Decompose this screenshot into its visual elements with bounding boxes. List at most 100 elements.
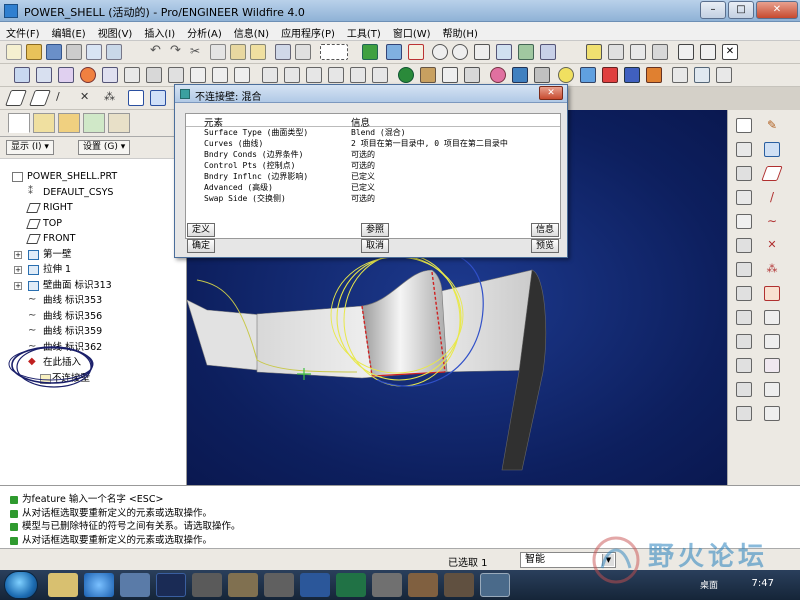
explorer-icon[interactable] [48, 573, 78, 597]
datum-point-tool-icon[interactable]: ✕ [764, 238, 780, 253]
saved-views-icon[interactable] [518, 44, 534, 60]
dimension-icon[interactable] [124, 67, 140, 83]
sketch-tool-icon[interactable] [372, 67, 388, 83]
notch-icon[interactable] [736, 286, 752, 301]
spin-display-icon[interactable] [150, 90, 166, 106]
shrinkwrap-icon[interactable] [646, 67, 662, 83]
menu-file[interactable]: 文件(F) [0, 22, 46, 40]
orient-icon[interactable] [534, 67, 550, 83]
style-surface-icon[interactable] [764, 142, 780, 157]
tab-history[interactable] [83, 113, 105, 133]
mapkey-icon[interactable] [602, 67, 618, 83]
twist-icon[interactable] [736, 214, 752, 229]
bend-icon[interactable] [736, 334, 752, 349]
punch-icon[interactable] [736, 262, 752, 277]
element-row[interactable]: Control Pts (控制点) 可选的 [186, 160, 560, 171]
spin-center-icon[interactable] [408, 44, 424, 60]
color-appearance-icon[interactable] [80, 67, 96, 83]
revolve-wall-icon[interactable] [736, 190, 752, 205]
menu-insert[interactable]: 插入(I) [138, 22, 181, 40]
flat-icon[interactable] [736, 118, 752, 133]
tree-item-wall-surface[interactable]: + 壁曲面 标识313 [0, 278, 186, 294]
axis-display-icon[interactable]: / [56, 90, 72, 106]
plane-tag-icon[interactable] [29, 90, 51, 106]
flange-wall-icon[interactable] [736, 142, 752, 157]
expand-icon[interactable]: + [14, 281, 22, 290]
media-icon[interactable] [120, 573, 150, 597]
sketch-icon[interactable] [362, 44, 378, 60]
copy-icon[interactable] [210, 44, 226, 60]
find-icon[interactable] [295, 44, 311, 60]
tab-favorites[interactable] [58, 113, 80, 133]
repaint-icon[interactable] [386, 44, 402, 60]
regenerate-icon[interactable] [275, 44, 291, 60]
paste-special-icon[interactable] [250, 44, 266, 60]
proe-taskbar-icon[interactable] [480, 573, 510, 597]
relations-icon[interactable] [190, 67, 206, 83]
app-icon[interactable] [444, 573, 474, 597]
cut-icon[interactable]: ✂ [190, 44, 206, 60]
word-icon[interactable] [300, 573, 330, 597]
selection-box-icon[interactable] [320, 44, 348, 60]
no-hidden-icon[interactable] [630, 44, 646, 60]
app-icon[interactable] [372, 573, 402, 597]
preview-button[interactable]: 预览 [531, 239, 559, 253]
checkbox-tool-icon[interactable] [716, 67, 732, 83]
tab-model-tree[interactable] [8, 113, 30, 133]
menu-view[interactable]: 视图(V) [92, 22, 139, 40]
app-icon[interactable] [408, 573, 438, 597]
model-display-icon[interactable] [512, 67, 528, 83]
merge-icon[interactable] [764, 358, 780, 373]
close-button[interactable]: ✕ [756, 1, 798, 19]
maximize-button[interactable]: □ [728, 1, 754, 19]
print-icon[interactable] [66, 44, 82, 60]
hidden-line-icon[interactable] [608, 44, 624, 60]
excel-icon[interactable] [336, 573, 366, 597]
dialog-close-button[interactable]: ✕ [539, 86, 563, 100]
cancel-button[interactable]: 取消 [361, 239, 389, 253]
tab-layers[interactable] [108, 113, 130, 133]
view-orient-icon[interactable] [694, 67, 710, 83]
tree-item-csys[interactable]: ⁑ DEFAULT_CSYS [0, 185, 186, 201]
menu-edit[interactable]: 编辑(E) [46, 22, 92, 40]
notebook-icon[interactable] [420, 67, 436, 83]
csys-display-icon[interactable]: ⁂ [104, 90, 120, 106]
layers-icon[interactable] [540, 44, 556, 60]
curve-tool-icon[interactable] [350, 67, 366, 83]
ie-icon[interactable] [84, 573, 114, 597]
bend-back-icon[interactable] [736, 382, 752, 397]
selection-filter-dropdown[interactable]: 智能 ▼ [520, 552, 616, 568]
lightbulb-icon[interactable] [558, 67, 574, 83]
ok-button[interactable]: 确定 [187, 239, 215, 253]
measure-icon[interactable] [464, 67, 480, 83]
point-display-icon[interactable]: ✕ [80, 90, 96, 106]
zoom-in-icon[interactable] [432, 44, 448, 60]
shading-icon[interactable] [652, 44, 668, 60]
settings-dropdown[interactable]: 设置 (G) ▾ [78, 140, 131, 155]
app-icon[interactable] [228, 573, 258, 597]
desktop-label[interactable]: 桌面 [700, 578, 718, 591]
zoom-out-icon[interactable] [452, 44, 468, 60]
redo-icon[interactable]: ↷ [170, 44, 186, 60]
paste-icon[interactable] [230, 44, 246, 60]
trim-icon[interactable] [764, 382, 780, 397]
email-icon[interactable] [86, 44, 102, 60]
undo-icon[interactable]: ↶ [150, 44, 166, 60]
activate-window-icon[interactable] [700, 44, 716, 60]
element-row[interactable]: Surface Type (曲面类型) Blend (混合) [186, 127, 560, 138]
refit-icon[interactable] [474, 44, 490, 60]
tree-item-front[interactable]: FRONT [0, 231, 186, 247]
family-table-icon[interactable] [234, 67, 250, 83]
copy-file-icon[interactable] [106, 44, 122, 60]
mirror-icon[interactable] [764, 334, 780, 349]
expand-icon[interactable]: + [14, 266, 22, 274]
analysis-feature-icon[interactable] [764, 286, 780, 301]
clock[interactable]: 7:47 [752, 578, 774, 589]
reorient-icon[interactable] [496, 44, 512, 60]
model-player-icon[interactable] [672, 67, 688, 83]
appearance-gallery-icon[interactable] [490, 67, 506, 83]
element-row[interactable]: Curves (曲线) 2 项目在第一目录中, 0 项目在第二目录中 [186, 138, 560, 149]
pattern-icon[interactable] [764, 310, 780, 325]
refs-button[interactable]: 参照 [361, 223, 389, 237]
flat-pattern-icon[interactable] [736, 406, 752, 421]
